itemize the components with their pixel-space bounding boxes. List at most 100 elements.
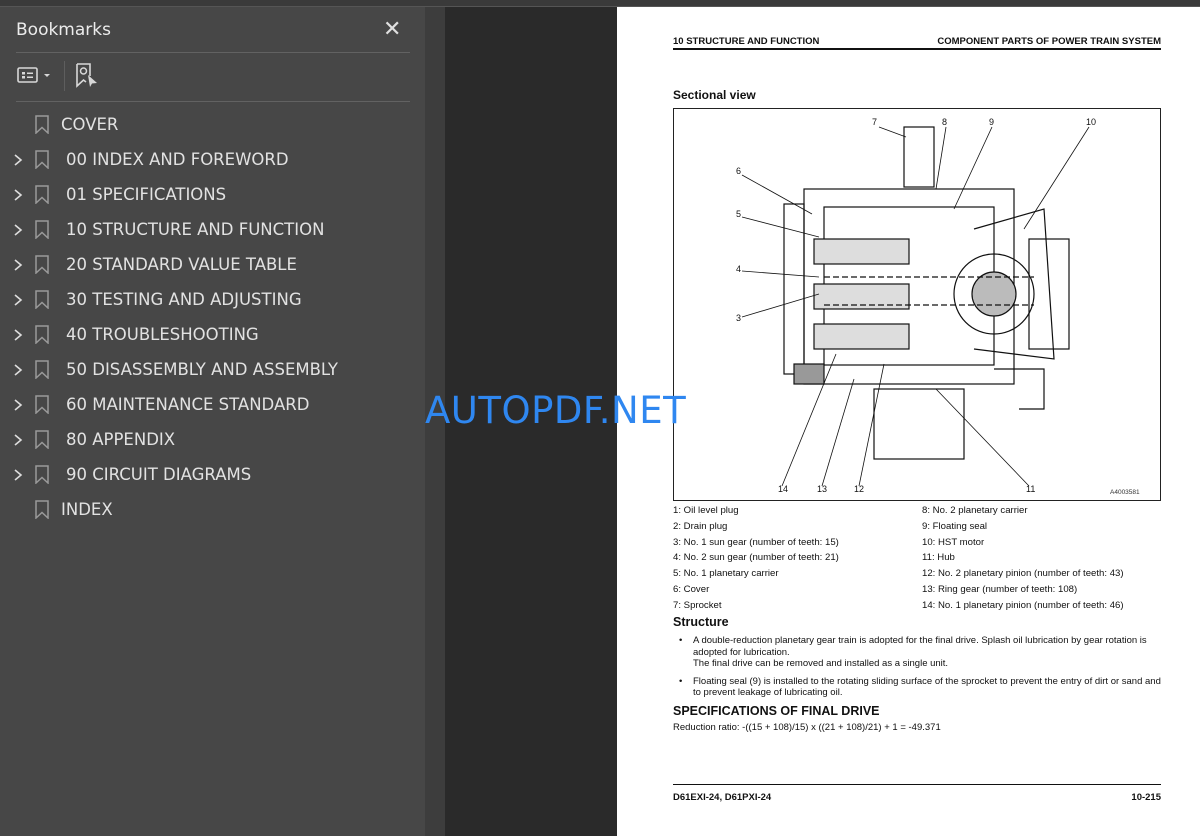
final-drive-drawing: 3 4 5 6 7 8 9 10 11 12 13 14 A4003581 [736, 117, 1140, 496]
bookmark-label: 50 DISASSEMBLY AND ASSEMBLY [66, 360, 339, 379]
find-current-bookmark-button[interactable] [75, 62, 101, 95]
watermark: AUTOPDF.NET [425, 389, 687, 432]
sectional-view-diagram: 3 4 5 6 7 8 9 10 11 12 13 14 A4003581 [673, 108, 1161, 501]
bookmark-item[interactable]: 00 INDEX AND FOREWORD [0, 142, 425, 177]
callout-number: 7 [872, 117, 877, 127]
bookmark-item[interactable]: 20 STANDARD VALUE TABLE [0, 247, 425, 282]
bookmark-item[interactable]: 80 APPENDIX [0, 422, 425, 457]
bookmark-search-icon [76, 63, 97, 88]
bookmarks-panel: Bookmarks ✕ COVER 00 INDEX AND FOREWORD 01… [0, 7, 425, 836]
bookmark-icon [35, 255, 49, 274]
panel-title: Bookmarks [16, 20, 111, 40]
spec-text: Reduction ratio: -((15 + 108)/15) x ((21… [673, 722, 941, 733]
bullet-text: A double-reduction planetary gear train … [693, 635, 1147, 658]
divider [16, 52, 410, 53]
legend-item: 14: No. 1 planetary pinion (number of te… [922, 599, 1124, 611]
bookmark-item[interactable]: 30 TESTING AND ADJUSTING [0, 282, 425, 317]
legend-item: 7: Sprocket [673, 599, 722, 611]
section-title: Sectional view [673, 88, 756, 102]
bookmark-icon [35, 150, 49, 169]
legend-item: 4: No. 2 sun gear (number of teeth: 21) [673, 552, 839, 564]
bookmark-label: 90 CIRCUIT DIAGRAMS [66, 465, 252, 484]
bookmark-label: 40 TROUBLESHOOTING [66, 325, 259, 344]
callout-number: 4 [736, 264, 741, 274]
bookmark-icon [35, 360, 49, 379]
bookmark-item[interactable]: COVER [0, 107, 425, 142]
chevron-right-icon[interactable] [12, 188, 24, 202]
legend-item: 2: Drain plug [673, 520, 728, 532]
bookmark-icon [35, 220, 49, 239]
legend-item: 5: No. 1 planetary carrier [673, 568, 779, 580]
bullet-item: • A double-reduction planetary gear train… [673, 635, 1161, 670]
structure-bullets: • A double-reduction planetary gear train… [673, 635, 1161, 705]
spec-title: SPECIFICATIONS OF FINAL DRIVE [673, 704, 880, 718]
callout-number: 10 [1086, 117, 1096, 127]
legend-item: 8: No. 2 planetary carrier [922, 505, 1028, 516]
list-options-icon [17, 67, 50, 83]
chevron-right-icon[interactable] [12, 293, 24, 307]
legend-left: 1: Oil level plug 2: Drain plug 3: No. 1 s… [673, 503, 839, 614]
chevron-right-icon[interactable] [12, 398, 24, 412]
callout-number: 12 [854, 484, 864, 494]
legend-item: 6: Cover [673, 583, 710, 595]
callout-number: 3 [736, 313, 741, 323]
callout-number: 6 [736, 166, 741, 176]
bookmark-label: 10 STRUCTURE AND FUNCTION [66, 220, 325, 239]
app-top-bar [0, 0, 1200, 7]
callout-number: 11 [1026, 484, 1035, 494]
chevron-right-icon[interactable] [12, 433, 24, 447]
diagram-code: A4003581 [1110, 489, 1140, 496]
bookmark-label: 01 SPECIFICATIONS [66, 185, 227, 204]
header-rule [673, 48, 1161, 50]
bookmark-item[interactable]: INDEX [0, 492, 425, 527]
structure-title: Structure [673, 615, 729, 629]
bookmark-item[interactable]: 01 SPECIFICATIONS [0, 177, 425, 212]
bookmark-icon [35, 395, 49, 414]
legend-item: 9: Floating seal [922, 520, 988, 532]
chevron-right-icon[interactable] [12, 153, 24, 167]
bookmark-icon [35, 115, 49, 134]
bookmark-label: INDEX [61, 500, 113, 519]
bookmark-item[interactable]: 10 STRUCTURE AND FUNCTION [0, 212, 425, 247]
footer-right: 10-215 [1131, 792, 1161, 803]
divider [16, 101, 410, 102]
callout-number: 5 [736, 209, 741, 219]
bullet-text: The final drive can be removed and insta… [693, 658, 949, 670]
chevron-right-icon[interactable] [12, 258, 24, 272]
header-left: 10 STRUCTURE AND FUNCTION [673, 36, 820, 47]
bookmark-item[interactable]: 60 MAINTENANCE STANDARD [0, 387, 425, 422]
chevron-right-icon[interactable] [12, 468, 24, 482]
bookmark-item[interactable]: 90 CIRCUIT DIAGRAMS [0, 457, 425, 492]
bookmark-label: 80 APPENDIX [66, 430, 176, 449]
toolbar-separator [64, 61, 65, 91]
bookmark-label: 20 STANDARD VALUE TABLE [66, 255, 297, 274]
bookmark-label: 00 INDEX AND FOREWORD [66, 150, 289, 169]
legend-item: 13: Ring gear (number of teeth: 108) [922, 583, 1078, 595]
legend-item: 10: HST motor [922, 536, 985, 548]
chevron-right-icon[interactable] [12, 363, 24, 377]
legend-item: 11: Hub [922, 552, 955, 564]
bookmark-icon [35, 185, 49, 204]
bookmark-icon [35, 325, 49, 344]
callout-number: 9 [989, 117, 994, 127]
legend-item: 3: No. 1 sun gear (number of teeth: 15) [673, 536, 839, 548]
callout-number: 8 [942, 117, 947, 127]
bookmark-item[interactable]: 50 DISASSEMBLY AND ASSEMBLY [0, 352, 425, 387]
bookmark-label: 60 MAINTENANCE STANDARD [66, 395, 310, 414]
bookmark-item[interactable]: 40 TROUBLESHOOTING [0, 317, 425, 352]
bookmark-icon [35, 430, 49, 449]
close-icon[interactable]: ✕ [383, 16, 401, 42]
bullet-item: • Floating seal (9) is installed to the r… [673, 676, 1161, 699]
bookmark-icon [35, 500, 49, 519]
bookmark-label: COVER [61, 115, 119, 134]
bookmark-options-button[interactable] [17, 65, 57, 90]
bookmark-icon [35, 465, 49, 484]
bullet-marker: • [679, 635, 683, 646]
chevron-right-icon[interactable] [12, 328, 24, 342]
header-right: COMPONENT PARTS OF POWER TRAIN SYSTEM [937, 36, 1161, 47]
footer-rule [673, 784, 1161, 785]
legend-right: 8: No. 2 planetary carrier 9: Floating se… [922, 503, 1124, 614]
chevron-right-icon[interactable] [12, 223, 24, 237]
bullet-text: Floating seal (9) is installed to the ro… [693, 675, 1161, 699]
footer-left: D61EXI-24, D61PXI-24 [673, 792, 772, 803]
